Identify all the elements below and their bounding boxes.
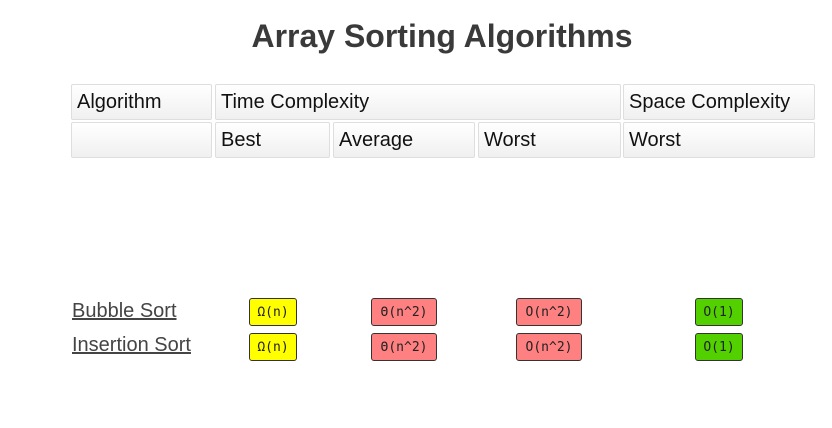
complexity-badge-best: Ω(n): [249, 298, 297, 326]
page-title: Array Sorting Algorithms: [251, 18, 633, 54]
algorithm-link-bubble-sort[interactable]: Bubble Sort: [72, 300, 177, 323]
complexity-badge-best: Ω(n): [249, 333, 297, 361]
algorithm-link-insertion-sort[interactable]: Insertion Sort: [72, 334, 191, 357]
header-best: Best: [215, 122, 330, 158]
header-space-complexity: Space Complexity: [623, 84, 815, 120]
complexity-badge-worst: O(n^2): [516, 333, 582, 361]
header-empty: [71, 122, 212, 158]
complexity-badge-worst: O(n^2): [516, 298, 582, 326]
header-worst: Worst: [478, 122, 621, 158]
header-average: Average: [333, 122, 475, 158]
complexity-badge-space: O(1): [695, 333, 743, 361]
complexity-badge-space: O(1): [695, 298, 743, 326]
header-time-complexity: Time Complexity: [215, 84, 621, 120]
header-space-worst: Worst: [623, 122, 815, 158]
header-algorithm: Algorithm: [71, 84, 212, 120]
complexity-badge-average: Θ(n^2): [371, 298, 437, 326]
complexity-badge-average: Θ(n^2): [371, 333, 437, 361]
